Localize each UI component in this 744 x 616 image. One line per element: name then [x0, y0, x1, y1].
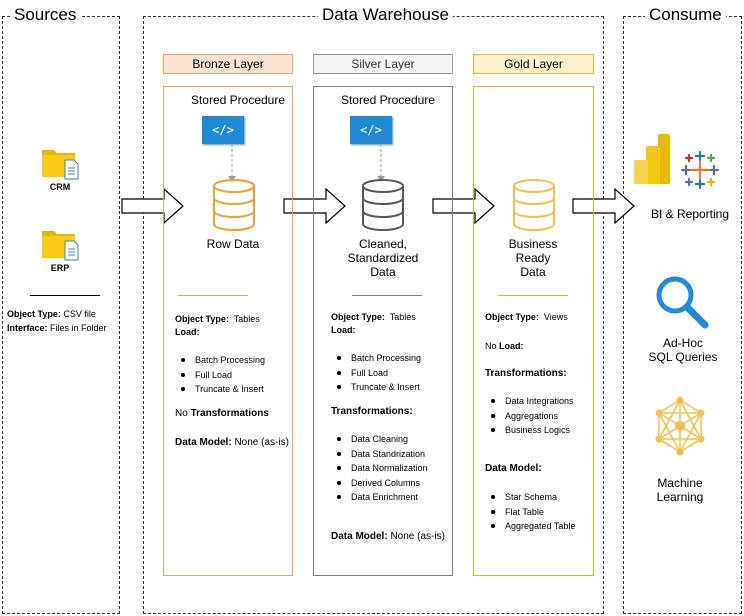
silver-database-icon — [360, 178, 406, 232]
ad-hoc-sql-label: Ad-Hoc SQL Queries — [648, 336, 718, 364]
erp-folder-icon — [41, 225, 81, 261]
erp-label: ERP — [50, 263, 70, 273]
consume-title: Consume — [645, 5, 726, 25]
gold-object-type: Object Type: Views — [485, 312, 568, 322]
search-icon — [653, 273, 713, 329]
bronze-load-label: Load: — [175, 327, 200, 337]
gold-data-model-list: Star Schema Flat Table Aggregated Table — [485, 490, 575, 534]
silver-layer-header: Silver Layer — [313, 54, 453, 74]
list-item: Data Integrations — [485, 394, 574, 409]
silver-db-label: Cleaned, Standardized Data — [347, 237, 419, 279]
list-item: Aggregated Table — [485, 519, 575, 534]
machine-learning-network-icon — [649, 396, 711, 456]
gold-transformations-list: Data Integrations Aggregations Business … — [485, 394, 574, 438]
sources-interface: Interface: Files in Folder — [7, 323, 107, 333]
list-item: Data Standrization — [331, 447, 428, 462]
list-item: Batch Processing — [331, 351, 421, 366]
list-item: Flat Table — [485, 505, 575, 520]
gold-db-label: Business Ready Data — [508, 237, 558, 279]
crm-label: CRM — [49, 182, 71, 192]
list-item: Truncate & Insert — [175, 382, 265, 397]
list-item: Star Schema — [485, 490, 575, 505]
silver-data-model: Data Model: None (as-is) — [331, 531, 445, 542]
silver-load-label: Load: — [331, 325, 356, 335]
silver-separator — [352, 295, 422, 296]
silver-transformations-label: Transformations: — [331, 406, 413, 417]
list-item: Aggregations — [485, 409, 574, 424]
power-bi-icon — [632, 132, 672, 186]
bronze-data-model: Data Model: None (as-is) — [175, 437, 289, 448]
bronze-stored-procedure-label: Stored Procedure — [190, 93, 286, 107]
sources-title: Sources — [10, 5, 81, 25]
bronze-database-icon — [211, 178, 257, 232]
list-item: Data Enrichment — [331, 490, 428, 505]
list-item: Data Cleaning — [331, 432, 428, 447]
silver-transformations-list: Data Cleaning Data Standrization Data No… — [331, 432, 428, 505]
silver-code-icon: </> — [350, 116, 392, 144]
list-item: Business Logics — [485, 423, 574, 438]
gold-transformations-label: Transformations: — [485, 368, 567, 379]
bronze-separator — [178, 295, 248, 296]
list-item: Derived Columns — [331, 476, 428, 491]
tableau-icon — [680, 150, 720, 190]
list-item: Batch Processing — [175, 353, 265, 368]
bronze-db-label: Row Data — [206, 237, 260, 251]
data-warehouse-title: Data Warehouse — [318, 5, 453, 25]
bronze-layer-header: Bronze Layer — [163, 54, 293, 74]
silver-load-list: Batch Processing Full Load Truncate & In… — [331, 351, 421, 395]
bronze-transformations: No Transformations — [175, 408, 269, 419]
gold-database-icon — [511, 178, 557, 232]
silver-stored-procedure-label: Stored Procedure — [340, 93, 436, 107]
bi-reporting-label: BI & Reporting — [650, 207, 730, 221]
silver-object-type: Object Type: Tables — [331, 312, 416, 322]
sources-object-type: Object Type: CSV file — [7, 309, 96, 319]
list-item: Truncate & Insert — [331, 380, 421, 395]
machine-learning-label: Machine Learning — [656, 476, 704, 504]
bronze-load-list: Batch Processing Full Load Truncate & In… — [175, 353, 265, 397]
gold-data-model-label: Data Model: — [485, 463, 542, 474]
bronze-object-type: Object Type: Tables — [175, 314, 260, 324]
crm-folder-icon — [41, 144, 81, 180]
gold-layer-header: Gold Layer — [473, 54, 594, 74]
bronze-code-icon: </> — [202, 116, 244, 144]
list-item: Full Load — [175, 368, 265, 383]
sources-separator — [30, 295, 100, 296]
gold-separator — [498, 295, 568, 296]
list-item: Full Load — [331, 366, 421, 381]
gold-load: No Load: — [485, 341, 524, 351]
list-item: Data Normalization — [331, 461, 428, 476]
